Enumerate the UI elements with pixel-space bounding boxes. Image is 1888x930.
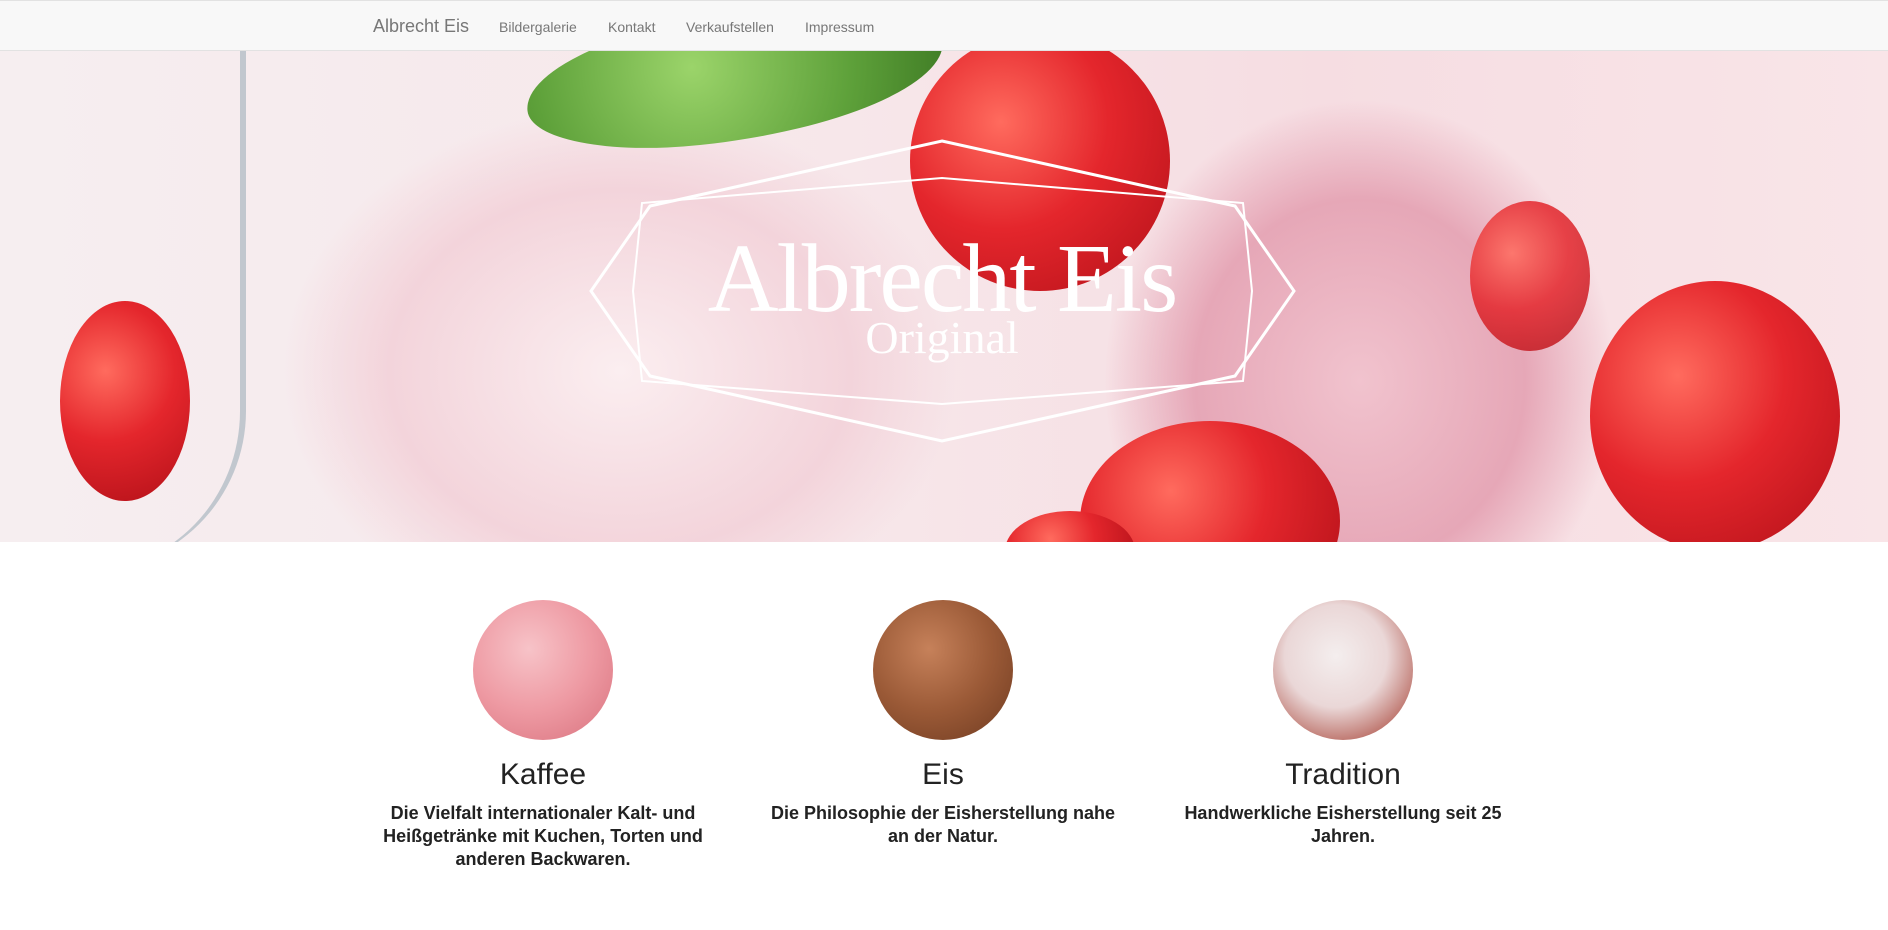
nav-link-impressum[interactable]: Impressum <box>805 19 874 35</box>
nav-link-kontakt[interactable]: Kontakt <box>608 19 655 35</box>
feature-text: Die Vielfalt internationaler Kalt- und H… <box>383 803 703 869</box>
feature-text: Handwerkliche Eisherstellung seit 25 Jah… <box>1184 803 1502 846</box>
chocolate-scoop-image <box>873 600 1013 740</box>
nav-link-bildergalerie[interactable]: Bildergalerie <box>499 19 577 35</box>
hero-subtitle: Original <box>865 312 1018 363</box>
stracciatella-scoop-image <box>1273 600 1413 740</box>
feature-text: Die Philosophie der Eisherstellung nahe … <box>770 803 1116 846</box>
hero-logo: Albrecht Eis Original <box>589 139 1296 443</box>
feature-kaffee: Kaffee Die Vielfalt internationaler Kalt… <box>363 600 723 871</box>
feature-title: Kaffee <box>499 758 587 791</box>
strawberry-scoop-image <box>473 600 613 740</box>
navbar-brand[interactable]: Albrecht Eis <box>373 16 469 37</box>
feature-tradition: Tradition Handwerkliche Eisherstellung s… <box>1163 600 1523 848</box>
nav-link-verkaufstellen[interactable]: Verkaufstellen <box>686 19 774 35</box>
feature-title: Eis <box>922 758 964 791</box>
top-navbar: Albrecht Eis Bildergalerie Kontakt Verka… <box>0 0 1888 51</box>
feature-title: Tradition <box>1285 758 1401 791</box>
hero-banner: Albrecht Eis Original <box>0 51 1888 542</box>
feature-eis: Eis Die Philosophie der Eisherstellung n… <box>763 600 1123 848</box>
